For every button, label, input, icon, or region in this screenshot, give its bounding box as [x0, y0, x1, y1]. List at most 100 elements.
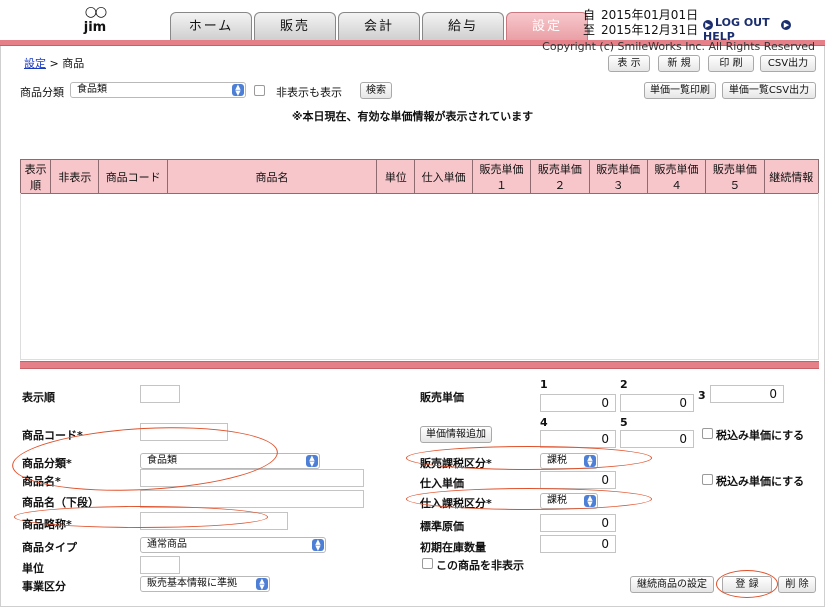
tab-payroll[interactable]: 給与 — [422, 12, 504, 40]
business-type-select[interactable]: 販売基本情報に準拠 ▲ ▼ — [140, 576, 270, 592]
breadcrumb: 設定 > 商品 — [24, 55, 84, 71]
sales-price-4-input[interactable]: 0 — [540, 430, 616, 448]
category-filter-label: 商品分類 — [20, 86, 64, 99]
product-name-lower-input[interactable] — [140, 490, 364, 508]
logout-link[interactable]: ▶ LOG OUT — [703, 16, 770, 30]
select-arrows-icon: ▲ ▼ — [232, 84, 244, 97]
csv-export-button[interactable]: CSV出力 — [760, 55, 816, 72]
purchase-tax-select[interactable]: 課税 ▲ ▼ — [540, 493, 598, 509]
print-button[interactable]: 印 刷 — [708, 55, 754, 72]
show-button[interactable]: 表 示 — [608, 55, 650, 72]
col-product-code[interactable]: 商品コード — [98, 159, 168, 194]
sales-price-1-input[interactable]: 0 — [540, 394, 616, 412]
business-type-label: 事業区分 — [22, 580, 66, 593]
select-arrows-icon: ▲ ▼ — [312, 539, 324, 552]
app-header: ○○ jim ホーム 販売 会計 給与 設定 自 2015年01月01日 至 201… — [0, 0, 825, 44]
new-button[interactable]: 新 規 — [658, 55, 700, 72]
select-arrows-icon: ▲ ▼ — [306, 455, 318, 468]
user-name: jim — [83, 20, 107, 35]
col-sales-price-2[interactable]: 販売単価２ — [530, 159, 590, 194]
tax-included-2-label: 税込み単価にする — [716, 475, 805, 488]
notice-text: ※本日現在、有効な単価情報が表示されています — [291, 110, 534, 123]
unit-label: 単位 — [22, 562, 44, 575]
display-order-input[interactable] — [140, 385, 180, 403]
price-list-print-button[interactable]: 単価一覧印刷 — [644, 82, 716, 99]
user-badge: ○○ jim — [70, 5, 120, 35]
col-purchase-price[interactable]: 仕入単価 — [414, 159, 473, 194]
unit-input[interactable] — [140, 556, 180, 574]
search-button[interactable]: 検索 — [360, 82, 392, 99]
initial-stock-input[interactable]: 0 — [540, 535, 616, 553]
play-icon: ▶ — [703, 20, 713, 30]
tab-accounting[interactable]: 会計 — [338, 12, 420, 40]
product-name-lower-label: 商品名（下段） — [22, 496, 99, 509]
product-name-input[interactable] — [140, 469, 364, 487]
col-hidden[interactable]: 非表示 — [50, 159, 100, 194]
product-category-select[interactable]: 食品類 ▲ ▼ — [140, 453, 320, 469]
sales-tax-select[interactable]: 課税 ▲ ▼ — [540, 453, 598, 469]
col-sales-price-5[interactable]: 販売単価５ — [705, 159, 765, 194]
copyright: Copyright (c) SmileWorks Inc. All Rights… — [542, 40, 815, 53]
table-footer-divider — [20, 361, 819, 369]
product-short-label: 商品略称* — [22, 518, 72, 531]
tax-included-2-checkbox[interactable] — [702, 474, 713, 485]
col-sales-price-4[interactable]: 販売単価４ — [646, 159, 707, 194]
price-col-5-label: 5 — [620, 416, 628, 429]
add-price-info-button[interactable]: 単価情報追加 — [420, 426, 492, 443]
show-hidden-label: 非表示も表示 — [276, 86, 342, 99]
tab-sales[interactable]: 販売 — [254, 12, 336, 40]
purchase-price-label: 仕入単価 — [420, 477, 464, 490]
show-hidden-checkbox[interactable] — [254, 85, 265, 96]
product-name-label: 商品名* — [22, 475, 61, 488]
category-filter-select[interactable]: 食品類 ▲ ▼ — [70, 82, 246, 98]
sales-tax-label: 販売課税区分* — [420, 457, 492, 470]
play-icon: ▶ — [781, 20, 792, 30]
product-type-select[interactable]: 通常商品 ▲ ▼ — [140, 537, 326, 553]
product-type-label: 商品タイプ — [22, 541, 77, 554]
date-to: 2015年12月31日 — [601, 23, 699, 37]
tab-home[interactable]: ホーム — [170, 12, 252, 40]
col-product-name[interactable]: 商品名 — [166, 159, 378, 194]
col-unit[interactable]: 単位 — [376, 159, 416, 194]
display-order-label: 表示順 — [22, 391, 55, 404]
header-links: ▶ LOG OUT ▶HELP — [703, 16, 825, 43]
price-col-3-label: 3 — [698, 389, 706, 402]
col-continuation[interactable]: 継続情報 — [763, 159, 820, 194]
continuation-settings-button[interactable]: 継続商品の設定 — [630, 576, 714, 593]
table-header-row: 表示順 非表示 商品コード 商品名 単位 仕入単価 販売単価１ 販売単価２ 販売… — [19, 159, 820, 194]
tax-included-checkbox[interactable] — [702, 428, 713, 439]
product-table: 表示順 非表示 商品コード 商品名 単位 仕入単価 販売単価１ 販売単価２ 販売… — [19, 159, 820, 194]
delete-button[interactable]: 削 除 — [778, 576, 816, 593]
period-range: 自 2015年01月01日 至 2015年12月31日 — [583, 8, 698, 38]
select-arrows-icon: ▲ ▼ — [256, 578, 268, 591]
product-code-input[interactable] — [140, 423, 228, 441]
standard-cost-input[interactable]: 0 — [540, 514, 616, 532]
register-button[interactable]: 登 録 — [722, 576, 772, 593]
sales-price-5-input[interactable]: 0 — [620, 430, 694, 448]
price-col-2-label: 2 — [620, 378, 628, 391]
sales-price-label: 販売単価 — [420, 391, 464, 404]
price-col-4-label: 4 — [540, 416, 548, 429]
col-sales-price-1[interactable]: 販売単価１ — [471, 159, 532, 194]
sales-price-2-input[interactable]: 0 — [620, 394, 694, 412]
standard-cost-label: 標準原価 — [420, 520, 464, 533]
col-display-order[interactable]: 表示順 — [19, 159, 52, 194]
price-col-1-label: 1 — [540, 378, 548, 391]
date-from-label: 自 — [583, 8, 596, 22]
initial-stock-label: 初期在庫数量 — [420, 541, 486, 554]
tax-included-label: 税込み単価にする — [716, 429, 805, 442]
price-list-csv-button[interactable]: 単価一覧CSV出力 — [722, 82, 816, 99]
tab-settings[interactable]: 設定 — [506, 12, 588, 40]
product-code-label: 商品コード* — [22, 429, 83, 442]
hide-product-checkbox[interactable] — [422, 558, 433, 569]
purchase-tax-label: 仕入課税区分* — [420, 497, 492, 510]
breadcrumb-settings-link[interactable]: 設定 — [24, 57, 46, 70]
product-short-input[interactable] — [140, 512, 288, 530]
hide-product-label: この商品を非表示 — [436, 559, 524, 572]
select-arrows-icon: ▲ ▼ — [584, 455, 596, 468]
purchase-price-input[interactable]: 0 — [540, 471, 616, 489]
sales-price-3-input[interactable]: 0 — [710, 385, 784, 403]
date-to-label: 至 — [583, 23, 596, 37]
product-category-label: 商品分類* — [22, 457, 72, 470]
col-sales-price-3[interactable]: 販売単価３ — [588, 159, 648, 194]
